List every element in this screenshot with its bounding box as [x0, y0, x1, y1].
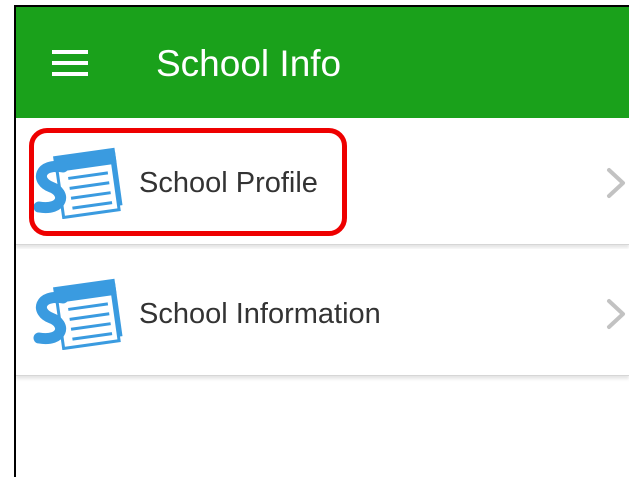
- menu-line: [52, 50, 88, 54]
- phone-screen: School Info School Profile School Inform…: [14, 5, 629, 477]
- chevron-right-icon: [607, 168, 625, 198]
- school-info-list: School Profile School Information: [16, 118, 629, 380]
- list-item-school-profile[interactable]: School Profile: [16, 118, 629, 245]
- chevron-right-icon: [607, 299, 625, 329]
- app-bar: School Info: [16, 7, 629, 118]
- list-item-label: School Information: [139, 298, 381, 330]
- school-notebook-icon: [33, 278, 123, 350]
- menu-line: [52, 72, 88, 76]
- list-item-label: School Profile: [139, 167, 318, 199]
- list-item-school-information[interactable]: School Information: [16, 249, 629, 376]
- page-title: School Info: [156, 43, 342, 84]
- menu-line: [52, 61, 88, 65]
- hamburger-menu-icon[interactable]: [44, 41, 96, 85]
- school-notebook-icon: [33, 147, 123, 219]
